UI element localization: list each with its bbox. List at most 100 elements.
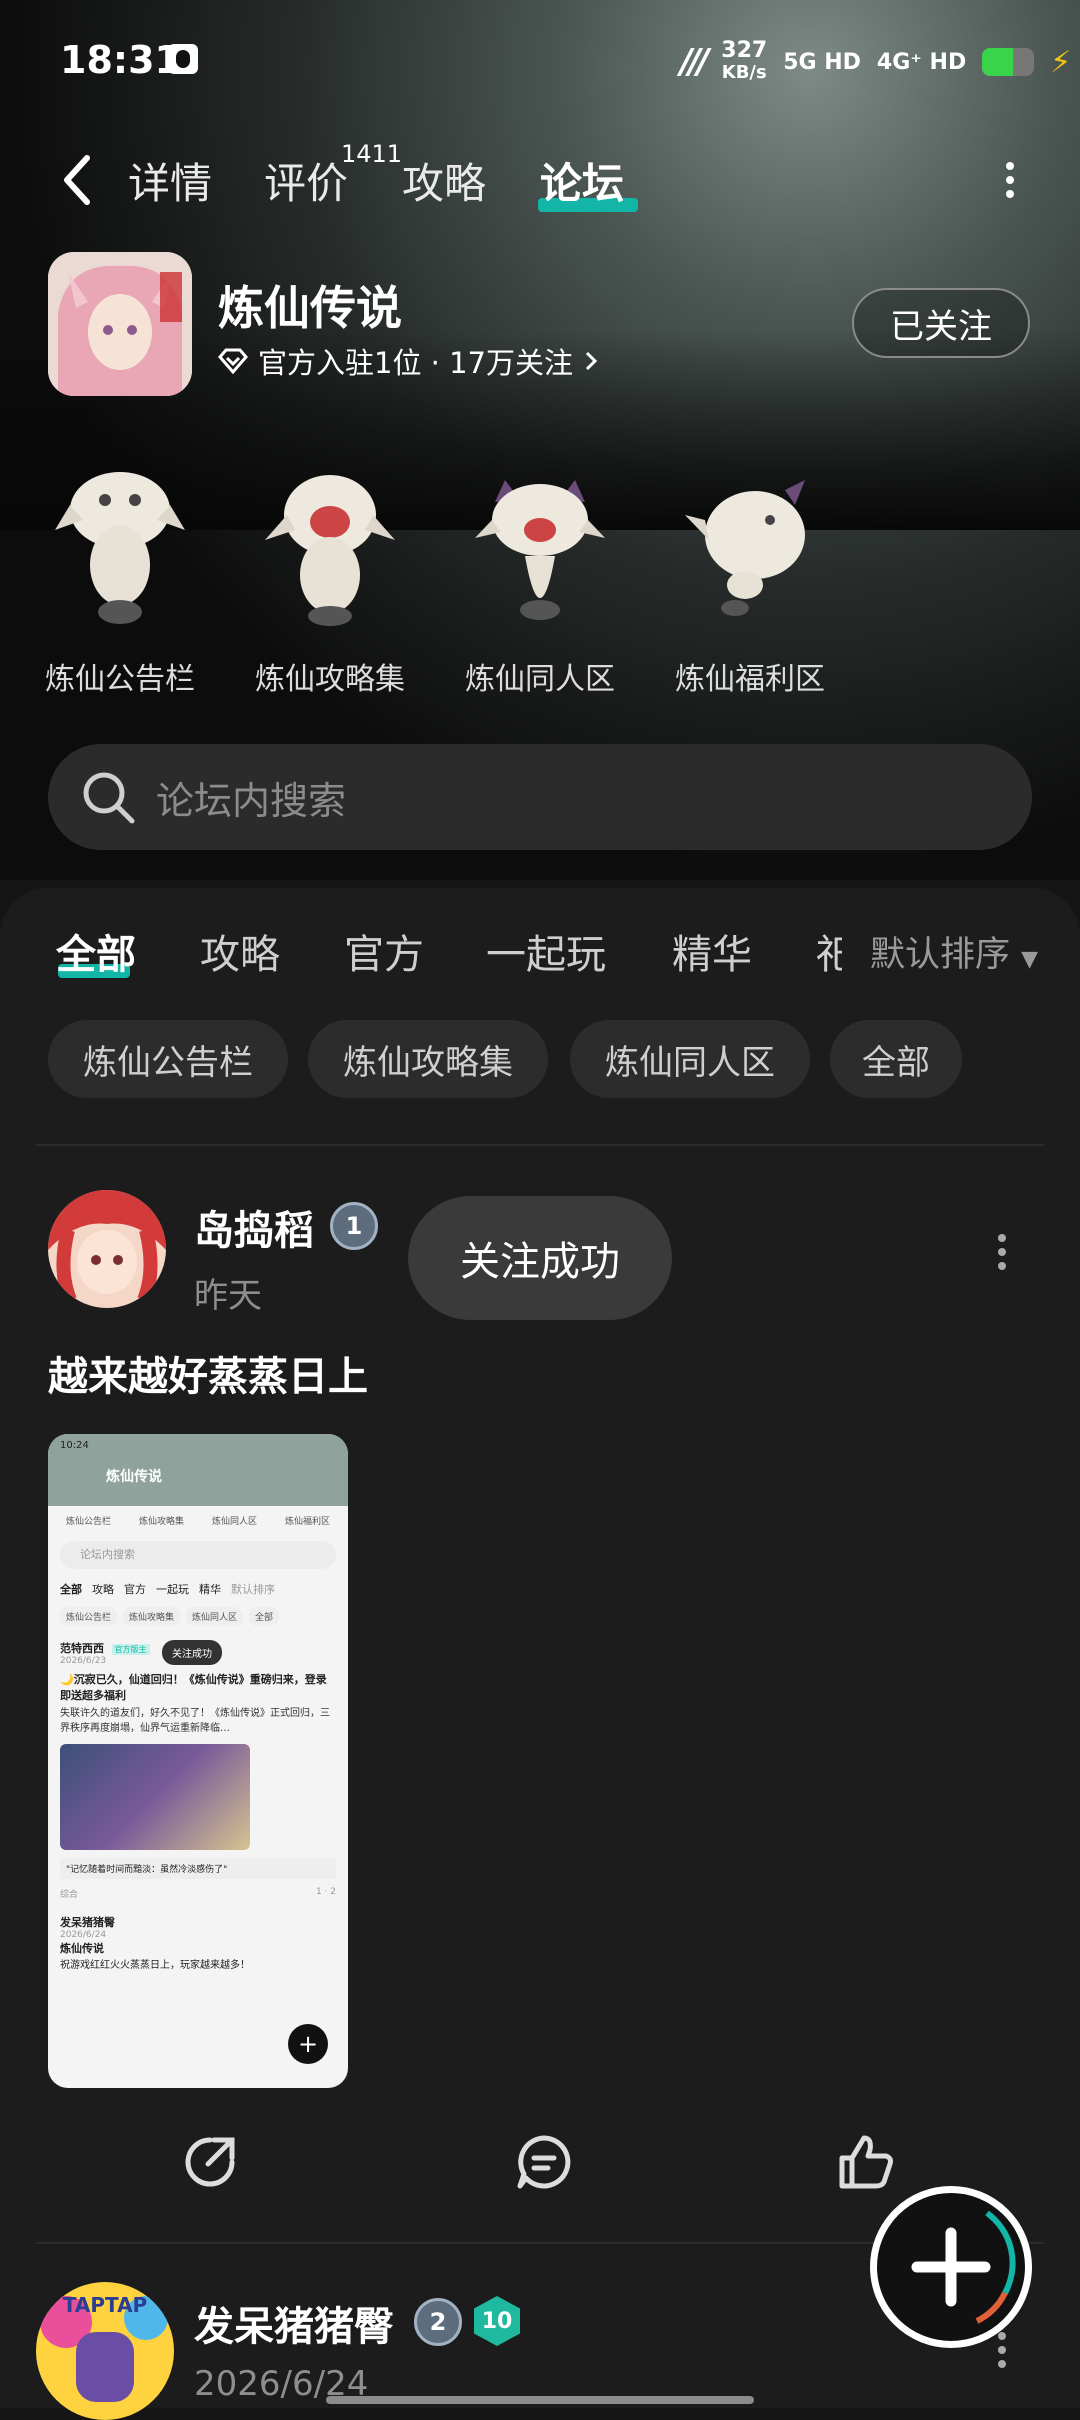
filter-tab-guides[interactable]: 攻略 [200,922,280,980]
more-options-icon[interactable] [1000,160,1020,200]
avatar[interactable]: TAPTAP [36,2282,174,2420]
filter-tab-all[interactable]: 全部 [56,922,136,980]
tab-guides[interactable]: 攻略 [402,150,486,211]
filter-tab-play-together[interactable]: 一起玩 [486,922,606,980]
qq-notification-icon [168,44,198,74]
board-label: 炼仙公告栏 [45,662,195,697]
diamond-icon [218,348,248,374]
comment-icon[interactable] [514,2132,574,2192]
board-label: 炼仙福利区 [675,662,825,697]
thumb-tab: 默认排序 [231,1583,275,1596]
dropdown-caret-icon: ▼ [1021,947,1039,972]
status-indicators: /// 327 KB/s 5G HD 4G⁺ HD ⚡ [680,40,1071,84]
thumb-comment: "记忆随着时间而黯淡：虽然冷淡感伤了" [60,1858,336,1879]
thumb-search: 论坛内搜索 [60,1541,336,1569]
thumb-post-title: 🌙沉寂已久，仙道回归！《炼仙传说》重磅归来，登录即送超多福利 [60,1673,327,1702]
board-label: 炼仙同人区 [465,662,615,697]
game-app-icon [48,252,192,396]
forum-search-input[interactable]: 论坛内搜索 [48,744,1032,850]
post-date: 昨天 [194,1276,262,1316]
mascot-icon [265,475,395,626]
thumb-board: 炼仙攻略集 [138,1517,184,1527]
thumb-post2-date: 2026/6/24 [60,1930,107,1940]
net-speed-value: 327 [721,38,768,63]
thumb-time: 10:24 [60,1440,89,1451]
create-post-button[interactable] [870,2186,1032,2348]
mascot-icon [685,480,805,616]
post-more-icon[interactable] [994,1232,1010,1272]
thumb-chip: 炼仙同人区 [186,1607,244,1626]
thumb-chip: 全部 [249,1607,280,1626]
post-title[interactable]: 越来越好蒸蒸日上 [48,1344,368,1402]
thumb-game-title: 炼仙传说 [106,1469,162,1485]
board-guides[interactable]: 炼仙攻略集 [230,460,430,698]
sim2-signal: 4G⁺ HD [876,49,967,75]
tab-details[interactable]: 详情 [128,150,212,211]
thumb-toast: 关注成功 [162,1640,222,1665]
chip-guides[interactable]: 炼仙攻略集 [308,1020,548,1098]
chip-fanart[interactable]: 炼仙同人区 [570,1020,810,1098]
tab-forum[interactable]: 论坛 [540,150,624,211]
tab-reviews[interactable]: 评价 [264,150,348,211]
mascot-icon [55,472,185,624]
sim1-signal: 5G HD [783,49,861,75]
user-level-badge: 1 [330,1202,378,1250]
status-time: 18:31 [60,38,181,82]
thumb-comment-count: 1 [315,1887,322,1897]
thumb-tab: 全部 [60,1583,82,1596]
search-placeholder: 论坛内搜索 [156,778,347,823]
post-image[interactable]: 10:24 炼仙传说 炼仙公告栏 炼仙攻略集 炼仙同人区 炼仙福利区 论坛内搜索… [48,1434,348,2088]
thumb-tab: 官方 [124,1583,146,1596]
thumb-board: 炼仙福利区 [284,1517,330,1527]
mascot-icon [475,480,605,620]
battery-icon [982,48,1035,76]
thumb-official-badge: 官方版主 [111,1644,150,1655]
home-indicator[interactable] [326,2396,754,2404]
chip-announcement[interactable]: 炼仙公告栏 [48,1020,288,1098]
board-label: 炼仙攻略集 [255,662,405,697]
thumb-post2-user: 发呆猪猪臀 [60,1916,115,1929]
game-stats-text: 官方入驻1位 · 17万关注 [258,346,574,380]
follow-success-toast: 关注成功 [408,1196,672,1320]
post-author[interactable]: 岛捣稻 [194,1198,314,1256]
avatar[interactable] [48,1190,166,1308]
thumb-board: 炼仙公告栏 [65,1517,111,1527]
chip-all[interactable]: 全部 [830,1020,962,1098]
thumb-tab: 攻略 [92,1583,114,1596]
filter-tab-official[interactable]: 官方 [344,922,424,980]
thumb-tab: 一起玩 [156,1583,189,1596]
filter-tab-more[interactable]: 祀 [816,922,842,980]
board-welfare[interactable]: 炼仙福利区 [650,460,850,698]
back-icon[interactable] [55,150,105,210]
thumb-post2-title: 炼仙传说 [60,1942,104,1955]
thumb-post-user: 范特西西 [60,1642,104,1655]
divider [36,1144,1044,1146]
charging-icon: ⚡ [1050,44,1072,80]
thumb-tab: 精华 [199,1583,221,1596]
thumb-like-count: 2 [330,1887,336,1897]
thumb-fab-icon: + [288,2024,328,2064]
plus-icon [911,2210,1016,2324]
thumb-post-image [60,1744,250,1850]
thumb-chip: 炼仙攻略集 [123,1607,181,1626]
like-icon[interactable] [836,2132,896,2192]
board-fanart[interactable]: 炼仙同人区 [440,460,640,698]
avatar-logo-text: TAPTAP [63,2293,147,2317]
network-icon: /// [680,42,709,82]
search-icon [83,772,135,824]
following-button[interactable]: 已关注 [852,288,1030,358]
thumb-post-body: 失联许久的道友们，好久不见了！《炼仙传说》正式回归，三界秩序再度崩塌，仙界气运重… [60,1708,330,1734]
board-announcement[interactable]: 炼仙公告栏 [20,460,220,698]
post-author[interactable]: 发呆猪猪臀 [194,2294,394,2352]
game-stats[interactable]: 官方入驻1位 · 17万关注 [218,340,599,382]
game-title: 炼仙传说 [218,281,402,335]
net-speed-unit: KB/s [721,62,767,83]
user-level-badge: 2 [414,2298,462,2346]
thumb-tag: 综合 [60,1890,79,1900]
sort-label: 默认排序 [870,935,1011,975]
thumb-chip: 炼仙公告栏 [60,1607,118,1626]
chevron-right-icon [585,351,598,371]
share-icon[interactable] [180,2132,240,2192]
filter-tab-featured[interactable]: 精华 [672,922,752,980]
sort-dropdown[interactable]: 默认排序 ▼ [870,926,1038,977]
